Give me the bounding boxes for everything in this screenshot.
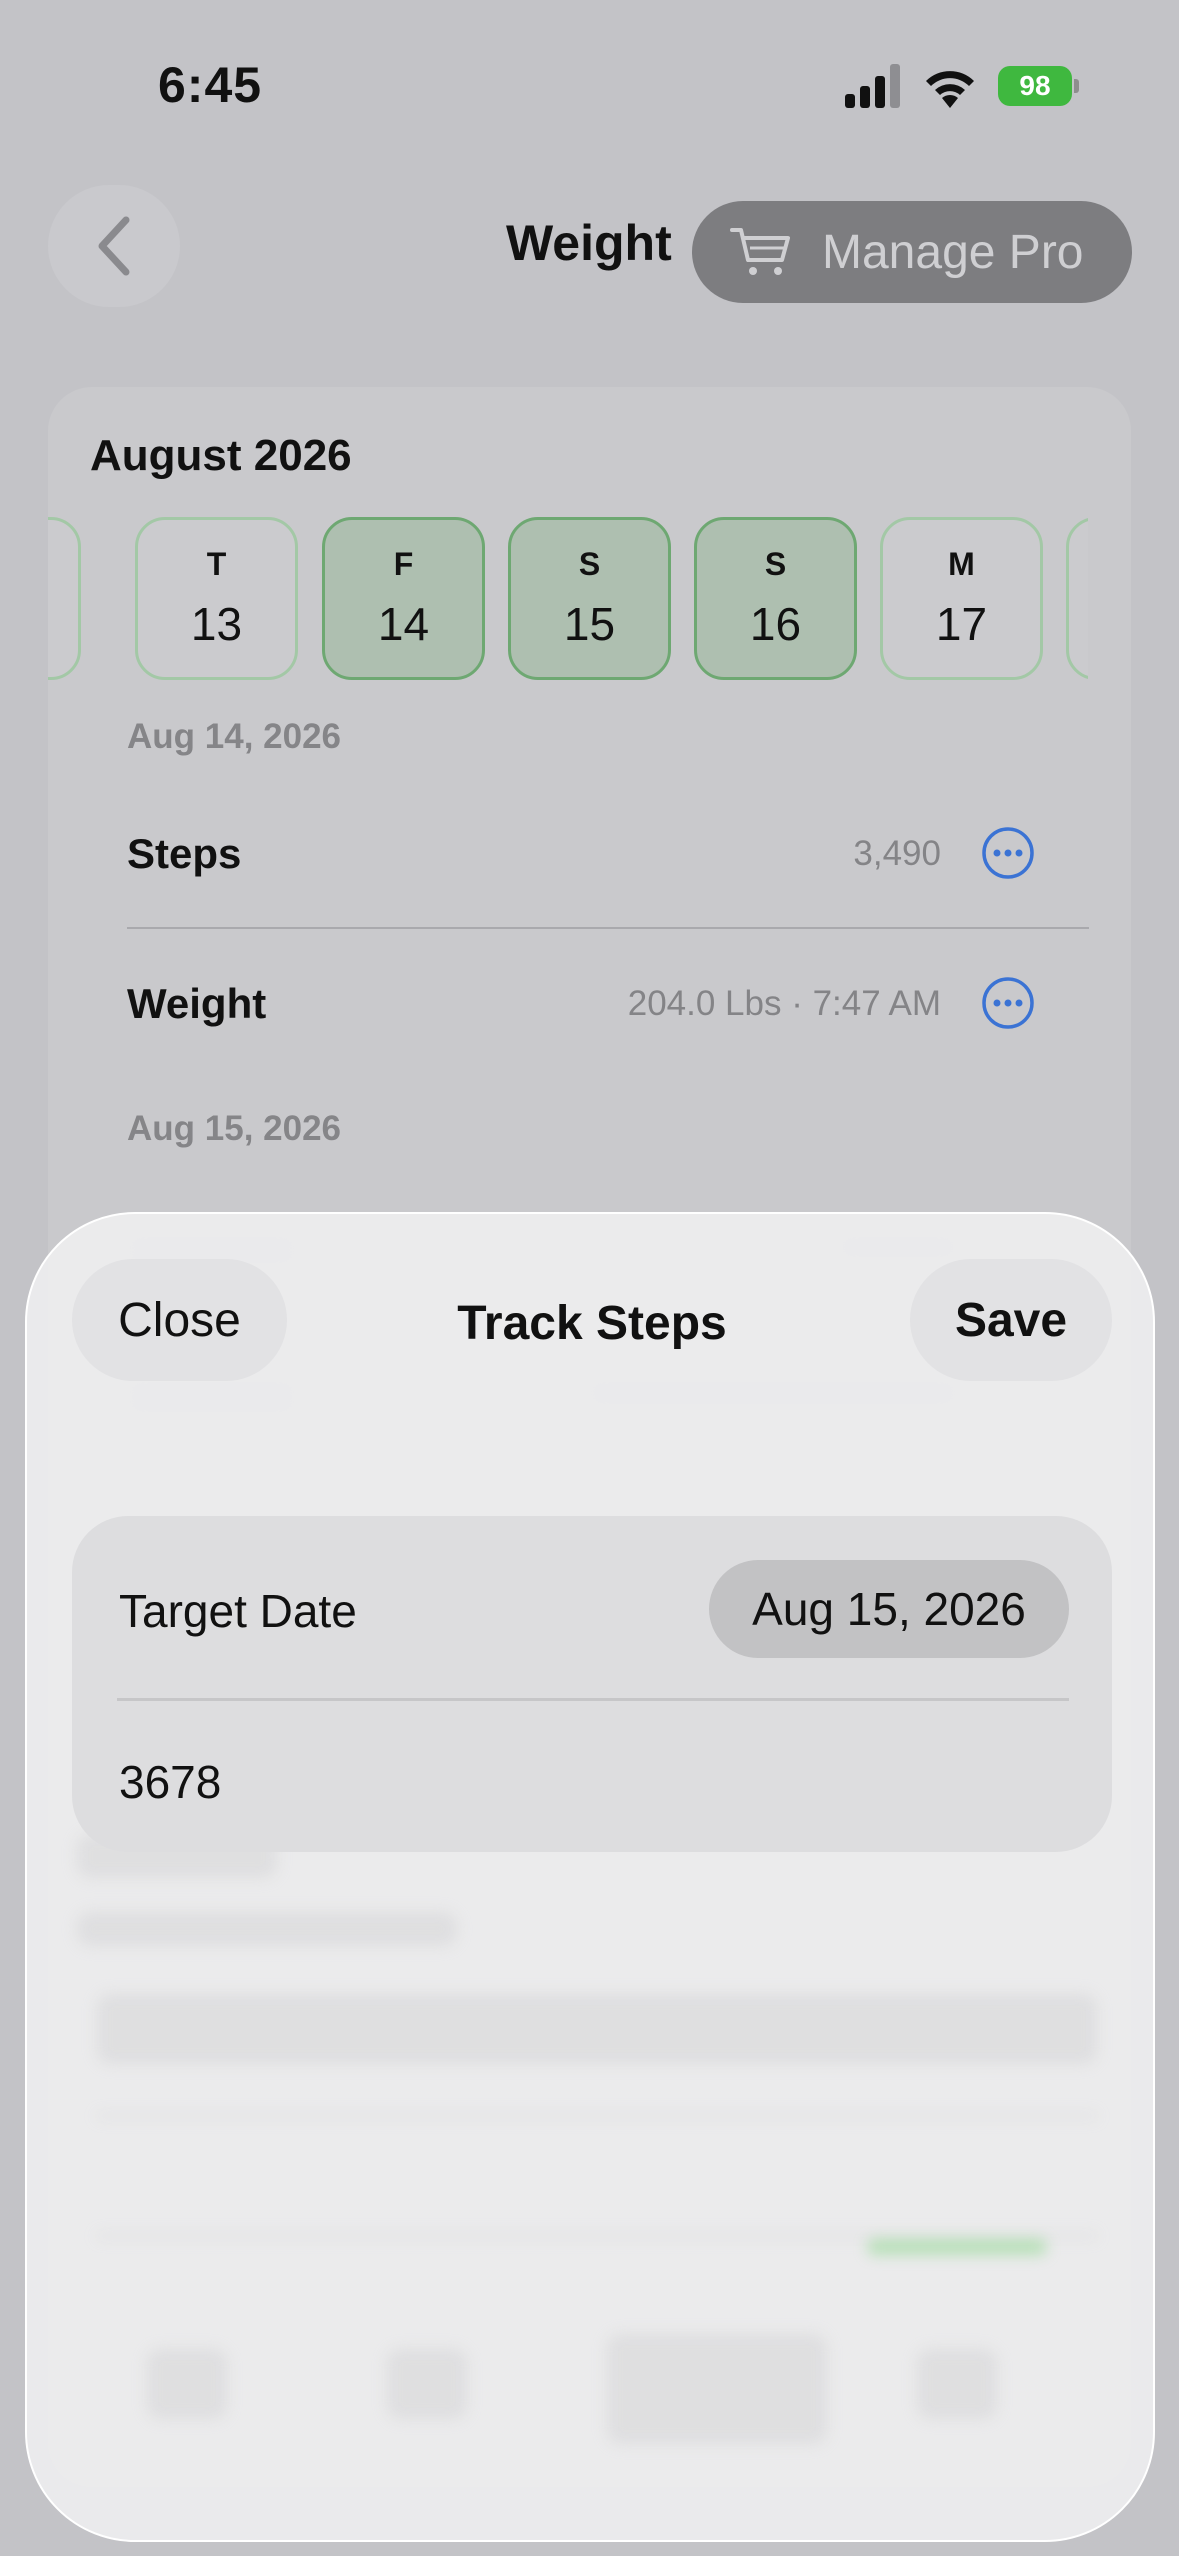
day-letter: S bbox=[578, 546, 601, 582]
save-button[interactable]: Save bbox=[910, 1259, 1112, 1381]
wifi-icon bbox=[926, 71, 974, 108]
weight-row-value: 204.0 Lbs · 7:47 AM bbox=[627, 984, 941, 1023]
row-divider bbox=[127, 927, 1089, 929]
battery-icon: 98 bbox=[998, 66, 1079, 106]
day-letter: M bbox=[948, 546, 975, 582]
steps-input[interactable] bbox=[119, 1742, 1019, 1822]
status-time: 6:45 bbox=[158, 57, 263, 113]
track-steps-sheet: Close Track Steps Save Target Date Aug 1… bbox=[25, 1212, 1155, 2542]
day-cell-partial-left[interactable] bbox=[48, 517, 81, 680]
day-number: 15 bbox=[563, 598, 616, 650]
blurred-tab-icon bbox=[387, 2349, 467, 2419]
cellular-signal-icon bbox=[845, 64, 900, 108]
day-number: 17 bbox=[935, 598, 988, 650]
day-strip[interactable]: T 13 F 14 S 15 S 16 M 17 bbox=[48, 517, 1088, 682]
more-options-icon[interactable] bbox=[981, 826, 1035, 880]
day-cell[interactable]: M 17 bbox=[880, 517, 1043, 680]
blurred-tab-icon bbox=[607, 2334, 827, 2444]
cart-icon bbox=[730, 228, 790, 275]
day-cell-partial-right[interactable] bbox=[1066, 517, 1088, 680]
day-number: 16 bbox=[749, 598, 802, 650]
chevron-left-icon bbox=[98, 216, 130, 276]
target-date-picker[interactable]: Aug 15, 2026 bbox=[709, 1560, 1069, 1658]
battery-level: 98 bbox=[998, 66, 1072, 106]
blurred-gridline bbox=[97, 2114, 1097, 2118]
weight-row-label: Weight bbox=[127, 980, 267, 1027]
back-button[interactable] bbox=[48, 185, 180, 307]
blurred-tab-icon bbox=[147, 2349, 227, 2419]
day-cell[interactable]: S 15 bbox=[508, 517, 671, 680]
steps-row-label: Steps bbox=[127, 830, 242, 877]
page-title: Weight bbox=[506, 215, 672, 271]
blurred-gridline bbox=[97, 2234, 1097, 2238]
status-bar: 6:45 98 bbox=[0, 0, 1179, 170]
blurred-tab-icon bbox=[917, 2349, 997, 2419]
day-letter: S bbox=[764, 546, 787, 582]
target-date-label: Target Date bbox=[119, 1585, 357, 1637]
blurred-chart-bar bbox=[867, 2239, 1047, 2255]
more-options-icon[interactable] bbox=[981, 976, 1035, 1030]
day-cell[interactable]: S 16 bbox=[694, 517, 857, 680]
date-header: Aug 14, 2026 bbox=[127, 717, 341, 756]
day-number: 14 bbox=[377, 598, 430, 650]
day-letter: T bbox=[206, 546, 227, 582]
manage-pro-label: Manage Pro bbox=[822, 225, 1084, 279]
blurred-segmented-control bbox=[97, 1994, 1097, 2064]
manage-pro-button[interactable]: Manage Pro bbox=[692, 201, 1132, 303]
day-letter: F bbox=[393, 546, 414, 582]
day-cell[interactable]: T 13 bbox=[135, 517, 298, 680]
blurred-subtitle bbox=[77, 1912, 457, 1946]
date-header: Aug 15, 2026 bbox=[127, 1109, 341, 1148]
steps-row-value: 3,490 bbox=[853, 834, 941, 873]
month-label: August 2026 bbox=[90, 431, 352, 480]
steps-form: Target Date Aug 15, 2026 bbox=[72, 1516, 1112, 1852]
form-divider bbox=[117, 1698, 1069, 1701]
day-number: 13 bbox=[190, 598, 243, 650]
day-cell[interactable]: F 14 bbox=[322, 517, 485, 680]
